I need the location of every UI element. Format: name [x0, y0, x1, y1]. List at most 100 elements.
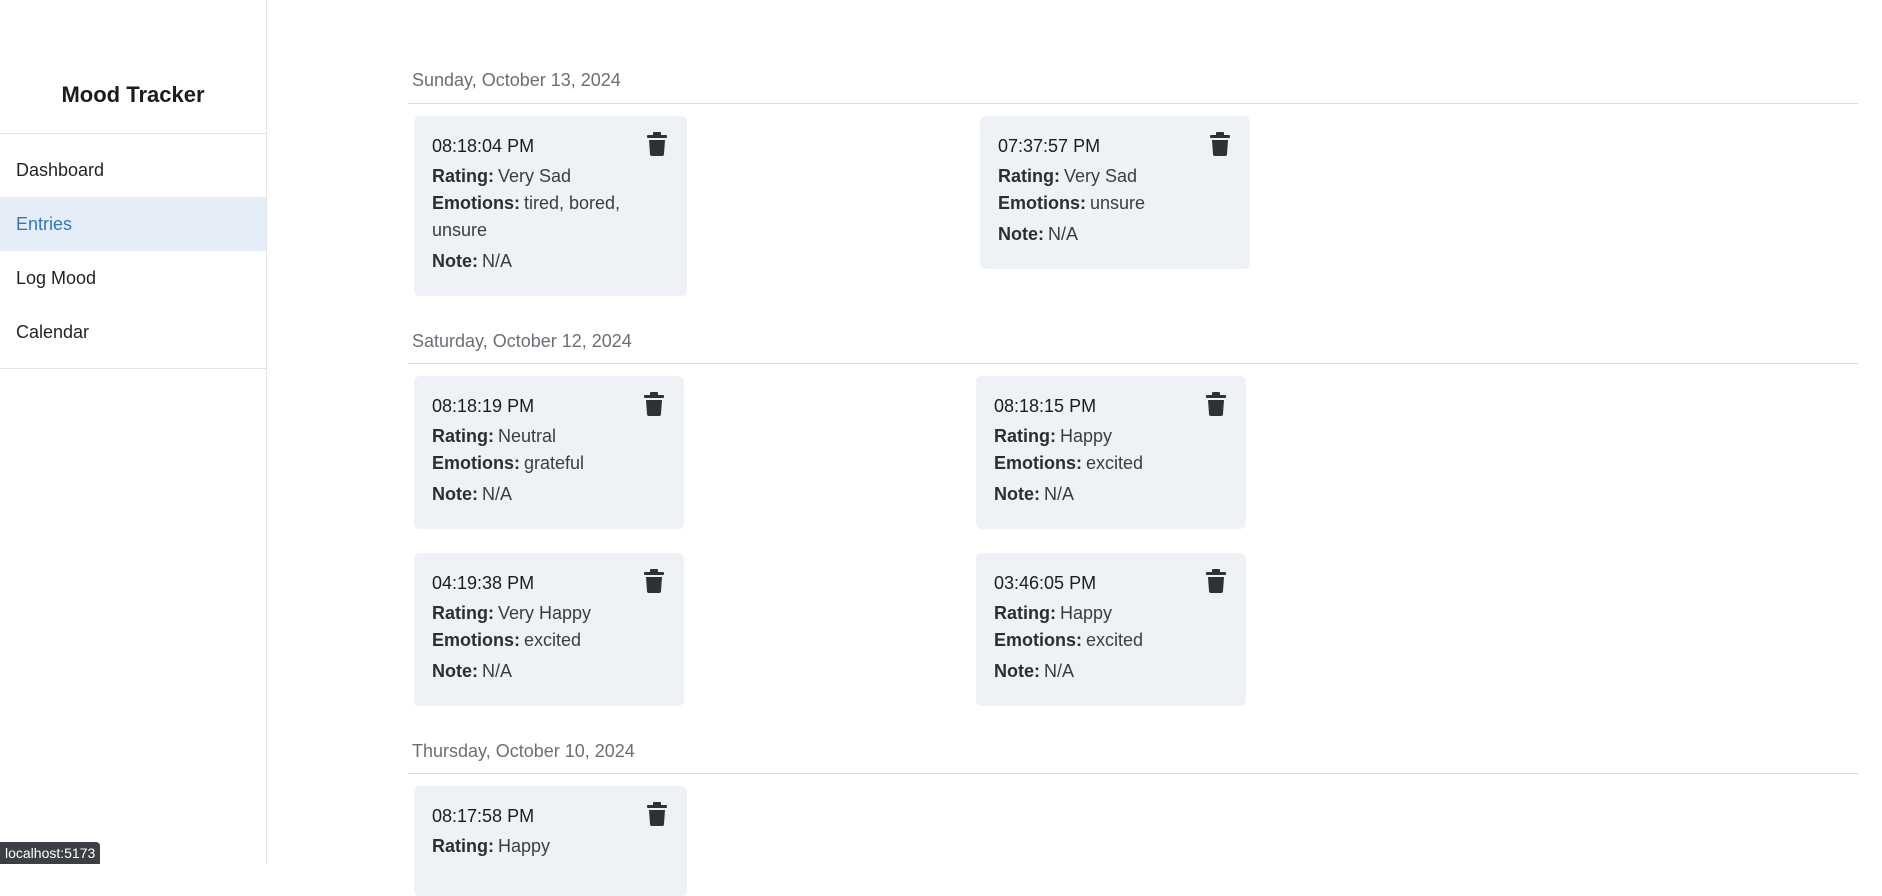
sidebar-item-calendar[interactable]: Calendar [0, 305, 266, 359]
entry-emotions: Emotions: excited [994, 627, 1228, 654]
entry-note: Note: N/A [432, 658, 666, 685]
emotions-value: excited [524, 630, 582, 650]
entry-rating: Rating: Neutral [432, 423, 666, 450]
emotions-label: Emotions: [994, 630, 1082, 650]
entry-emotions: Emotions: excited [994, 450, 1228, 477]
note-label: Note: [432, 251, 478, 271]
rating-value: Very Sad [1064, 166, 1138, 186]
emotions-label: Emotions: [432, 193, 520, 213]
trash-icon [644, 392, 664, 416]
trash-icon [644, 569, 664, 593]
date-divider [408, 773, 1858, 774]
entry-time: 08:18:04 PM [432, 136, 535, 156]
delete-button[interactable] [647, 132, 667, 156]
rating-value: Very Happy [498, 603, 592, 623]
entry-note: Note: N/A [432, 248, 669, 275]
entry-card: 03:46:05 PM Rating: Happy Emotions: excite… [976, 553, 1246, 706]
trash-icon [1206, 569, 1226, 593]
emotions-label: Emotions: [994, 453, 1082, 473]
emotions-value: grateful [524, 453, 585, 473]
rating-value: Happy [1060, 603, 1113, 623]
rating-label: Rating: [432, 426, 494, 446]
sidebar-item-entries[interactable]: Entries [0, 197, 266, 251]
entry-card: 08:18:15 PM Rating: Happy Emotions: excite… [976, 376, 1246, 529]
rating-label: Rating: [432, 836, 494, 856]
entry-note: Note: N/A [994, 658, 1228, 685]
delete-button[interactable] [1210, 132, 1230, 156]
note-label: Note: [994, 661, 1040, 681]
note-label: Note: [994, 484, 1040, 504]
app-title: Mood Tracker [61, 82, 205, 107]
entry-rating: Rating: Very Sad [432, 163, 669, 190]
emotions-label: Emotions: [998, 193, 1086, 213]
sidebar-divider-bottom [0, 368, 266, 369]
sidebar-nav: Dashboard Entries Log Mood Calendar [0, 143, 266, 359]
rating-value: Happy [1060, 426, 1113, 446]
rating-value: Very Sad [498, 166, 572, 186]
entry-card: 04:19:38 PM Rating: Very Happy Emotions: e… [414, 553, 684, 706]
sidebar-item-dashboard[interactable]: Dashboard [0, 143, 266, 197]
entry-card: 07:37:57 PM Rating: Very Sad Emotions: uns… [980, 116, 1250, 269]
entry-rating: Rating: Happy [432, 833, 669, 860]
emotions-label: Emotions: [432, 630, 520, 650]
entry-note: Note: N/A [994, 481, 1228, 508]
rating-value: Happy [498, 836, 551, 856]
entry-note: Note: N/A [998, 221, 1232, 248]
sidebar-item-log-mood[interactable]: Log Mood [0, 251, 266, 305]
sidebar-divider-top [0, 133, 266, 134]
note-label: Note: [432, 661, 478, 681]
rating-label: Rating: [432, 603, 494, 623]
entry-time: 03:46:05 PM [994, 573, 1097, 593]
entry-rating: Rating: Happy [994, 600, 1228, 627]
entry-time: 04:19:38 PM [432, 573, 535, 593]
entry-emotions: Emotions: unsure [998, 190, 1232, 217]
emotions-value: unsure [1090, 193, 1146, 213]
entry-emotions: Emotions: grateful [432, 450, 666, 477]
sidebar: Mood Tracker Dashboard Entries Log Mood … [0, 0, 267, 864]
note-value: N/A [1044, 484, 1075, 504]
trash-icon [647, 802, 667, 826]
date-header: Thursday, October 10, 2024 [412, 741, 635, 761]
rating-label: Rating: [994, 426, 1056, 446]
date-header: Sunday, October 13, 2024 [412, 70, 621, 90]
status-bar-url: localhost:5173 [0, 842, 101, 864]
delete-button[interactable] [644, 569, 664, 593]
rating-value: Neutral [498, 426, 557, 446]
entry-rating: Rating: Very Happy [432, 600, 666, 627]
entry-time: 08:18:15 PM [994, 396, 1097, 416]
note-label: Note: [432, 484, 478, 504]
delete-button[interactable] [647, 802, 667, 826]
trash-icon [1210, 132, 1230, 156]
emotions-label: Emotions: [432, 453, 520, 473]
note-label: Note: [998, 224, 1044, 244]
rating-label: Rating: [432, 166, 494, 186]
entry-card: 08:18:19 PM Rating: Neutral Emotions: grat… [414, 376, 684, 529]
date-divider [408, 363, 1858, 364]
date-header: Saturday, October 12, 2024 [412, 331, 632, 351]
entry-time: 07:37:57 PM [998, 136, 1101, 156]
delete-button[interactable] [1206, 569, 1226, 593]
delete-button[interactable] [1206, 392, 1226, 416]
entry-time: 08:17:58 PM [432, 806, 535, 826]
note-value: N/A [482, 251, 513, 271]
trash-icon [647, 132, 667, 156]
entry-rating: Rating: Happy [994, 423, 1228, 450]
note-value: N/A [1048, 224, 1079, 244]
rating-label: Rating: [994, 603, 1056, 623]
emotions-value: excited [1086, 630, 1144, 650]
entry-card: 08:17:58 PM Rating: Happy [414, 786, 687, 896]
emotions-value: excited [1086, 453, 1144, 473]
entry-emotions: Emotions: excited [432, 627, 666, 654]
entry-note: Note: N/A [432, 481, 666, 508]
note-value: N/A [1044, 661, 1075, 681]
note-value: N/A [482, 484, 513, 504]
date-divider [408, 103, 1858, 104]
delete-button[interactable] [644, 392, 664, 416]
entry-emotions: Emotions: tired, bored, unsure [432, 190, 669, 244]
entry-card: 08:18:04 PM Rating: Very Sad Emotions: tir… [414, 116, 687, 296]
trash-icon [1206, 392, 1226, 416]
entry-rating: Rating: Very Sad [998, 163, 1232, 190]
entry-time: 08:18:19 PM [432, 396, 535, 416]
note-value: N/A [482, 661, 513, 681]
rating-label: Rating: [998, 166, 1060, 186]
